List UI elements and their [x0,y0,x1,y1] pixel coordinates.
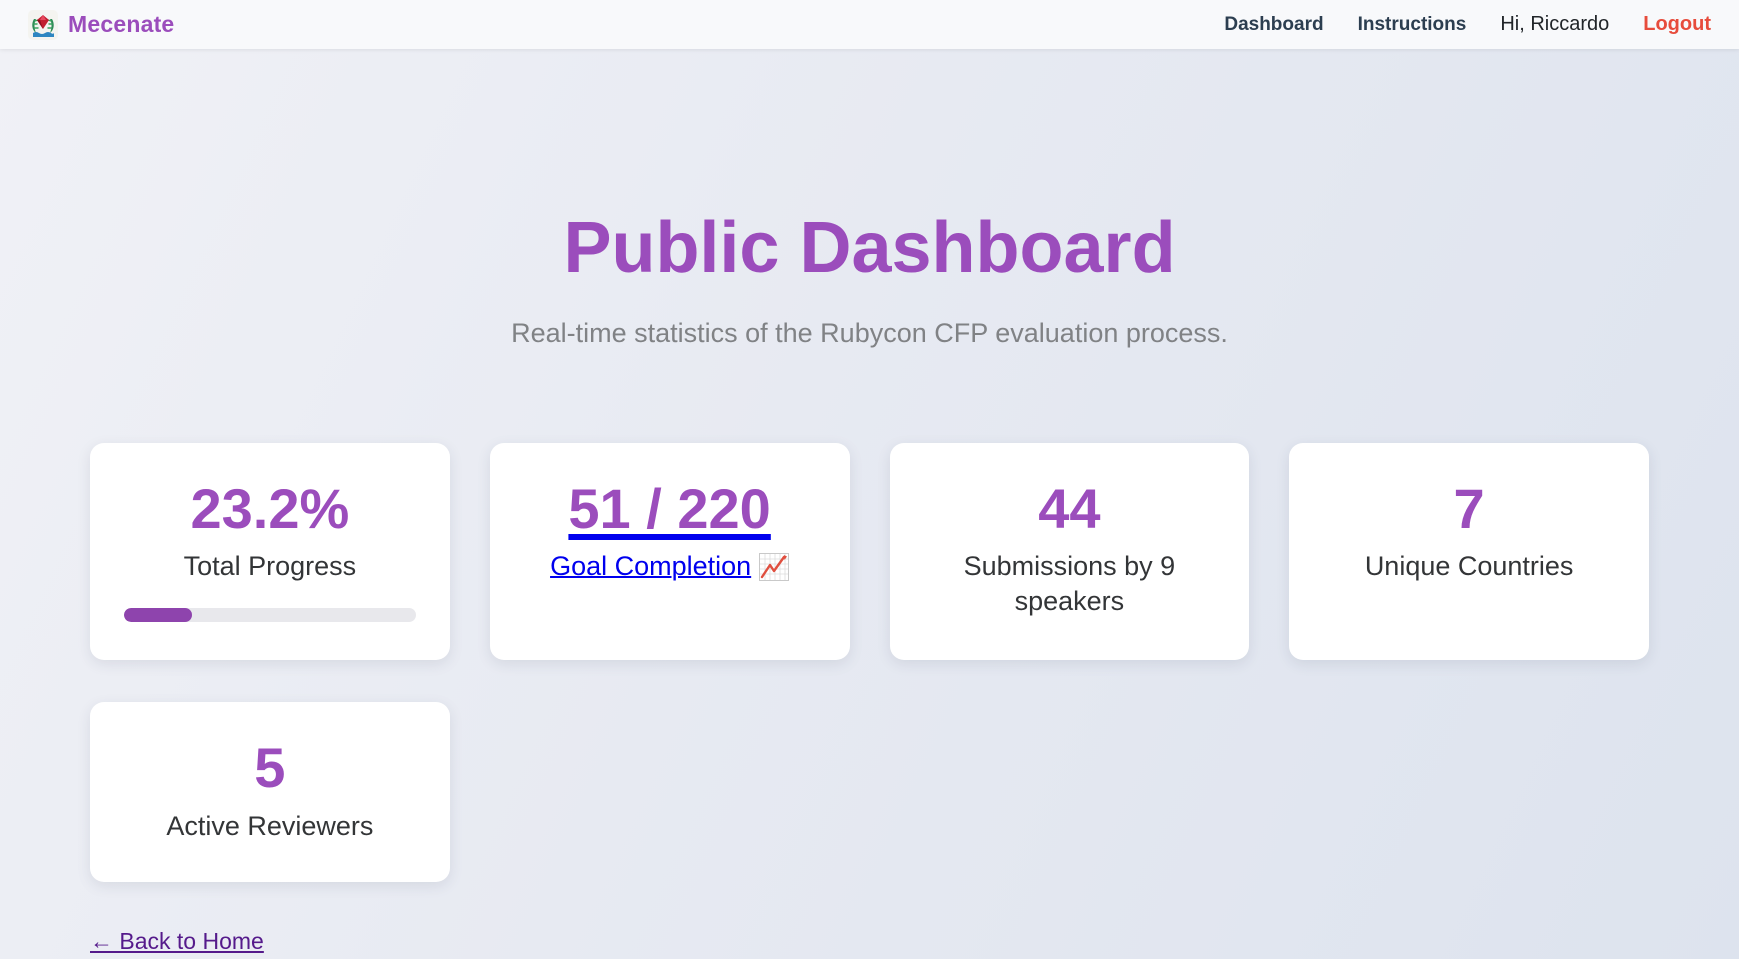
user-greeting: Hi, Riccardo [1500,13,1609,36]
nav-links: Dashboard Instructions Hi, Riccardo Logo… [1224,13,1711,36]
logout-link[interactable]: Logout [1643,13,1711,36]
stat-card-goal-completion: 51 / 220 Goal Completion [490,443,850,660]
goal-completion-label: Goal Completion [550,551,789,582]
stat-card-total-progress: 23.2% Total Progress [90,443,450,660]
stat-card-submissions: 44 Submissions by 9 speakers [890,443,1250,660]
nav-item-dashboard[interactable]: Dashboard [1224,14,1323,36]
top-navbar: Mecenate Dashboard Instructions Hi, Ricc… [0,0,1739,49]
goal-completion-link[interactable]: 51 / 220 Goal Completion [550,477,789,582]
stats-grid: 23.2% Total Progress 51 / 220 Goal Compl… [90,443,1649,882]
chart-increasing-icon [759,553,789,581]
page-title: Public Dashboard [0,207,1739,290]
progress-bar-track [124,608,416,622]
stat-card-unique-countries: 7 Unique Countries [1289,443,1649,660]
brand-name: Mecenate [68,11,174,38]
ruby-laurel-logo-icon [28,10,58,40]
goal-completion-label-text: Goal Completion [550,551,751,582]
total-progress-label: Total Progress [124,549,416,584]
stat-card-active-reviewers: 5 Active Reviewers [90,702,450,881]
brand-home-link[interactable]: Mecenate [28,10,174,40]
total-progress-value: 23.2% [124,477,416,541]
unique-countries-value: 7 [1323,477,1615,541]
goal-completion-value: 51 / 220 [550,477,789,541]
back-to-home-link[interactable]: ← Back to Home [90,928,264,955]
page-subtitle: Real-time statistics of the Rubycon CFP … [0,316,1739,351]
nav-item-instructions[interactable]: Instructions [1358,14,1467,36]
submissions-value: 44 [924,477,1216,541]
active-reviewers-value: 5 [124,736,416,800]
submissions-label: Submissions by 9 speakers [924,549,1216,619]
progress-bar-fill [124,608,192,622]
main-content: Public Dashboard Real-time statistics of… [0,207,1739,955]
unique-countries-label: Unique Countries [1323,549,1615,584]
active-reviewers-label: Active Reviewers [124,809,416,844]
